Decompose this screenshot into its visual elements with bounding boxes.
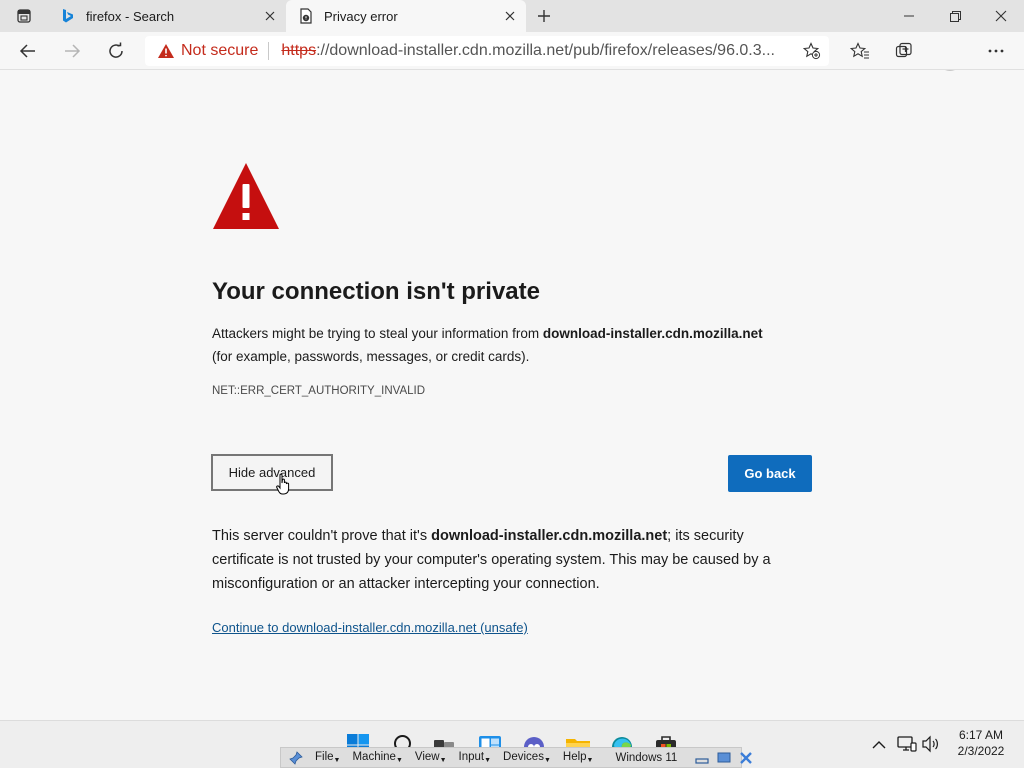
forward-icon[interactable] xyxy=(56,35,88,67)
intro-text: Attackers might be trying to steal your … xyxy=(212,326,543,341)
tab-title: Privacy error xyxy=(324,8,398,24)
tab-firefox-search[interactable]: firefox - Search xyxy=(48,0,286,32)
network-icon[interactable] xyxy=(897,734,917,754)
refresh-icon[interactable] xyxy=(100,35,132,67)
minimize-icon[interactable] xyxy=(886,0,932,32)
vm-name: Windows 11 xyxy=(615,751,678,764)
close-tab-icon[interactable] xyxy=(262,8,278,24)
menu-label: File xyxy=(315,751,334,763)
vbox-menu-input[interactable]: Input▼ xyxy=(459,751,492,764)
menu-label: View xyxy=(414,751,440,763)
virtualbox-menu-bar: File▼ Machine▼ View▼ Input▼ Devices▼ Hel… xyxy=(280,747,753,768)
intro-paragraph: Attackers might be trying to steal your … xyxy=(212,322,812,368)
vbox-menu-help[interactable]: Help▼ xyxy=(563,751,594,764)
tab-strip: firefox - Search Privacy error xyxy=(0,0,1024,32)
pin-icon[interactable] xyxy=(289,750,303,765)
address-bar[interactable]: Not secure https://download-installer.cd… xyxy=(145,36,829,66)
url-text: https://download-installer.cdn.mozilla.n… xyxy=(281,42,791,60)
bing-icon xyxy=(60,8,76,24)
volume-icon[interactable] xyxy=(921,734,941,754)
close-tab-icon[interactable] xyxy=(502,8,518,24)
dropdown-arrow-icon: ▼ xyxy=(439,757,447,764)
system-clock[interactable]: 6:17 AM 2/3/2022 xyxy=(950,727,1012,759)
error-page-icon xyxy=(298,8,314,24)
menu-label: Help xyxy=(562,751,587,763)
warning-triangle-icon xyxy=(212,162,280,235)
url-rest: ://download-installer.cdn.mozilla.net/pu… xyxy=(316,42,775,59)
dropdown-arrow-icon: ▼ xyxy=(586,757,594,764)
browser-toolbar: Not secure https://download-installer.cd… xyxy=(0,32,1024,94)
vbox-menu-file[interactable]: File▼ xyxy=(315,751,340,764)
vbox-menu-view[interactable]: View▼ xyxy=(415,751,447,764)
vbox-menu-devices[interactable]: Devices▼ xyxy=(503,751,551,764)
dropdown-arrow-icon: ▼ xyxy=(395,757,403,764)
back-icon[interactable] xyxy=(12,35,44,67)
display-icon[interactable] xyxy=(717,752,731,764)
favorites-icon[interactable] xyxy=(844,35,876,67)
restore-icon[interactable] xyxy=(932,0,978,32)
domain-bold: download-installer.cdn.mozilla.net xyxy=(431,528,668,544)
error-code: NET::ERR_CERT_AUTHORITY_INVALID xyxy=(212,385,426,397)
close-bar-icon[interactable] xyxy=(739,751,753,765)
show-hidden-icons-chevron-icon[interactable] xyxy=(870,736,888,754)
address-divider xyxy=(268,42,270,60)
page-title: Your connection isn't private xyxy=(212,278,540,305)
not-secure-label: Not secure xyxy=(181,42,259,59)
hand-cursor-icon xyxy=(276,473,292,500)
go-back-button[interactable]: Go back xyxy=(728,455,812,492)
add-favorite-icon[interactable] xyxy=(801,40,823,62)
advanced-text-1: This server couldn't prove that it's xyxy=(212,528,432,544)
menu-label: Machine xyxy=(352,751,396,763)
settings-more-icon[interactable] xyxy=(980,35,1012,67)
hide-advanced-button[interactable]: Hide advanced xyxy=(211,454,333,491)
tab-actions-icon[interactable] xyxy=(12,0,36,32)
intro-text-2: (for example, passwords, messages, or cr… xyxy=(212,349,530,364)
advanced-details-paragraph: This server couldn't prove that it's dow… xyxy=(212,524,802,596)
collections-icon[interactable] xyxy=(888,35,920,67)
close-window-icon[interactable] xyxy=(978,0,1024,32)
clock-time: 6:17 AM xyxy=(958,728,1004,742)
vbox-menu-machine[interactable]: Machine▼ xyxy=(352,751,402,764)
tab-title: firefox - Search xyxy=(86,8,175,24)
dropdown-arrow-icon: ▼ xyxy=(333,757,341,764)
menu-label: Input xyxy=(458,751,485,763)
warning-icon xyxy=(158,44,174,58)
tab-privacy-error[interactable]: Privacy error xyxy=(286,0,526,32)
minimize-bar-icon[interactable] xyxy=(695,752,709,764)
new-tab-icon[interactable] xyxy=(530,4,558,28)
menu-label: Devices xyxy=(503,751,544,763)
dropdown-arrow-icon: ▼ xyxy=(484,757,492,764)
domain-bold: download-installer.cdn.mozilla.net xyxy=(542,326,763,341)
clock-date: 2/3/2022 xyxy=(957,744,1005,758)
dropdown-arrow-icon: ▼ xyxy=(543,757,551,764)
url-scheme: https xyxy=(281,42,317,59)
continue-unsafe-link[interactable]: Continue to download-installer.cdn.mozil… xyxy=(212,620,528,635)
site-security-indicator[interactable]: Not secure xyxy=(157,42,258,60)
